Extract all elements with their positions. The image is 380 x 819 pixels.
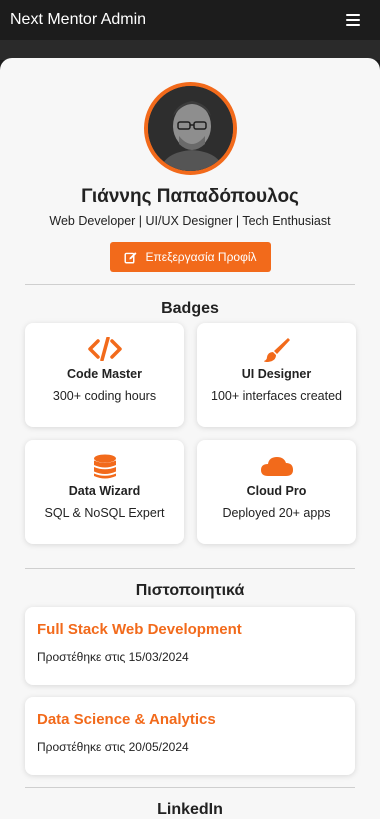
divider [25, 568, 355, 569]
certificate-title: Full Stack Web Development [37, 621, 242, 638]
badge-title: Cloud Pro [246, 484, 307, 498]
certificates-heading: Πιστοποιητικά [135, 582, 245, 599]
header-band [0, 40, 380, 60]
badge-title: Code Master [66, 367, 143, 381]
edit-profile-label: Επεξεργασία Προφίλ [145, 250, 257, 264]
divider [25, 787, 355, 788]
badge-card-data-wizard: Data Wizard SQL & NoSQL Expert [25, 440, 184, 544]
certificate-card[interactable]: Full Stack Web Development Προστέθηκε στ… [25, 607, 355, 685]
badge-title: UI Designer [241, 367, 312, 381]
navbar: Next Mentor Admin [0, 0, 380, 40]
linkedin-heading: LinkedIn [157, 801, 223, 818]
badge-title: Data Wizard [68, 484, 141, 498]
certificate-card[interactable]: Data Science & Analytics Προστέθηκε στις… [25, 697, 355, 775]
edit-icon [124, 251, 137, 264]
badge-desc: 300+ coding hours [52, 389, 157, 403]
badge-desc: 100+ interfaces created [211, 389, 342, 403]
cloud-icon [260, 457, 293, 476]
badge-card-cloud-pro: Cloud Pro Deployed 20+ apps [197, 440, 356, 544]
profile-subtitle: Web Developer | UI/UX Designer | Tech En… [49, 214, 331, 228]
divider [25, 284, 355, 285]
certificate-date: Προστέθηκε στις 15/03/2024 [37, 650, 189, 664]
profile-name: Γιάννης Παπαδόπουλος [81, 186, 299, 207]
menu-toggle-button[interactable] [336, 6, 370, 34]
badge-desc: SQL & NoSQL Expert [44, 506, 165, 520]
code-icon [87, 337, 122, 361]
database-icon [93, 454, 116, 479]
certificate-date: Προστέθηκε στις 20/05/2024 [37, 740, 189, 754]
badges-heading: Badges [161, 300, 219, 317]
certificate-title: Data Science & Analytics [37, 711, 216, 728]
badge-card-ui-designer: UI Designer 100+ interfaces created [197, 323, 356, 427]
brand-title[interactable]: Next Mentor Admin [10, 11, 146, 29]
hamburger-icon [346, 14, 360, 26]
badge-desc: Deployed 20+ apps [222, 506, 331, 520]
avatar [144, 82, 237, 175]
badge-card-code-master: Code Master 300+ coding hours [25, 323, 184, 427]
paintbrush-icon [263, 338, 290, 362]
edit-profile-button[interactable]: Επεξεργασία Προφίλ [110, 242, 271, 272]
